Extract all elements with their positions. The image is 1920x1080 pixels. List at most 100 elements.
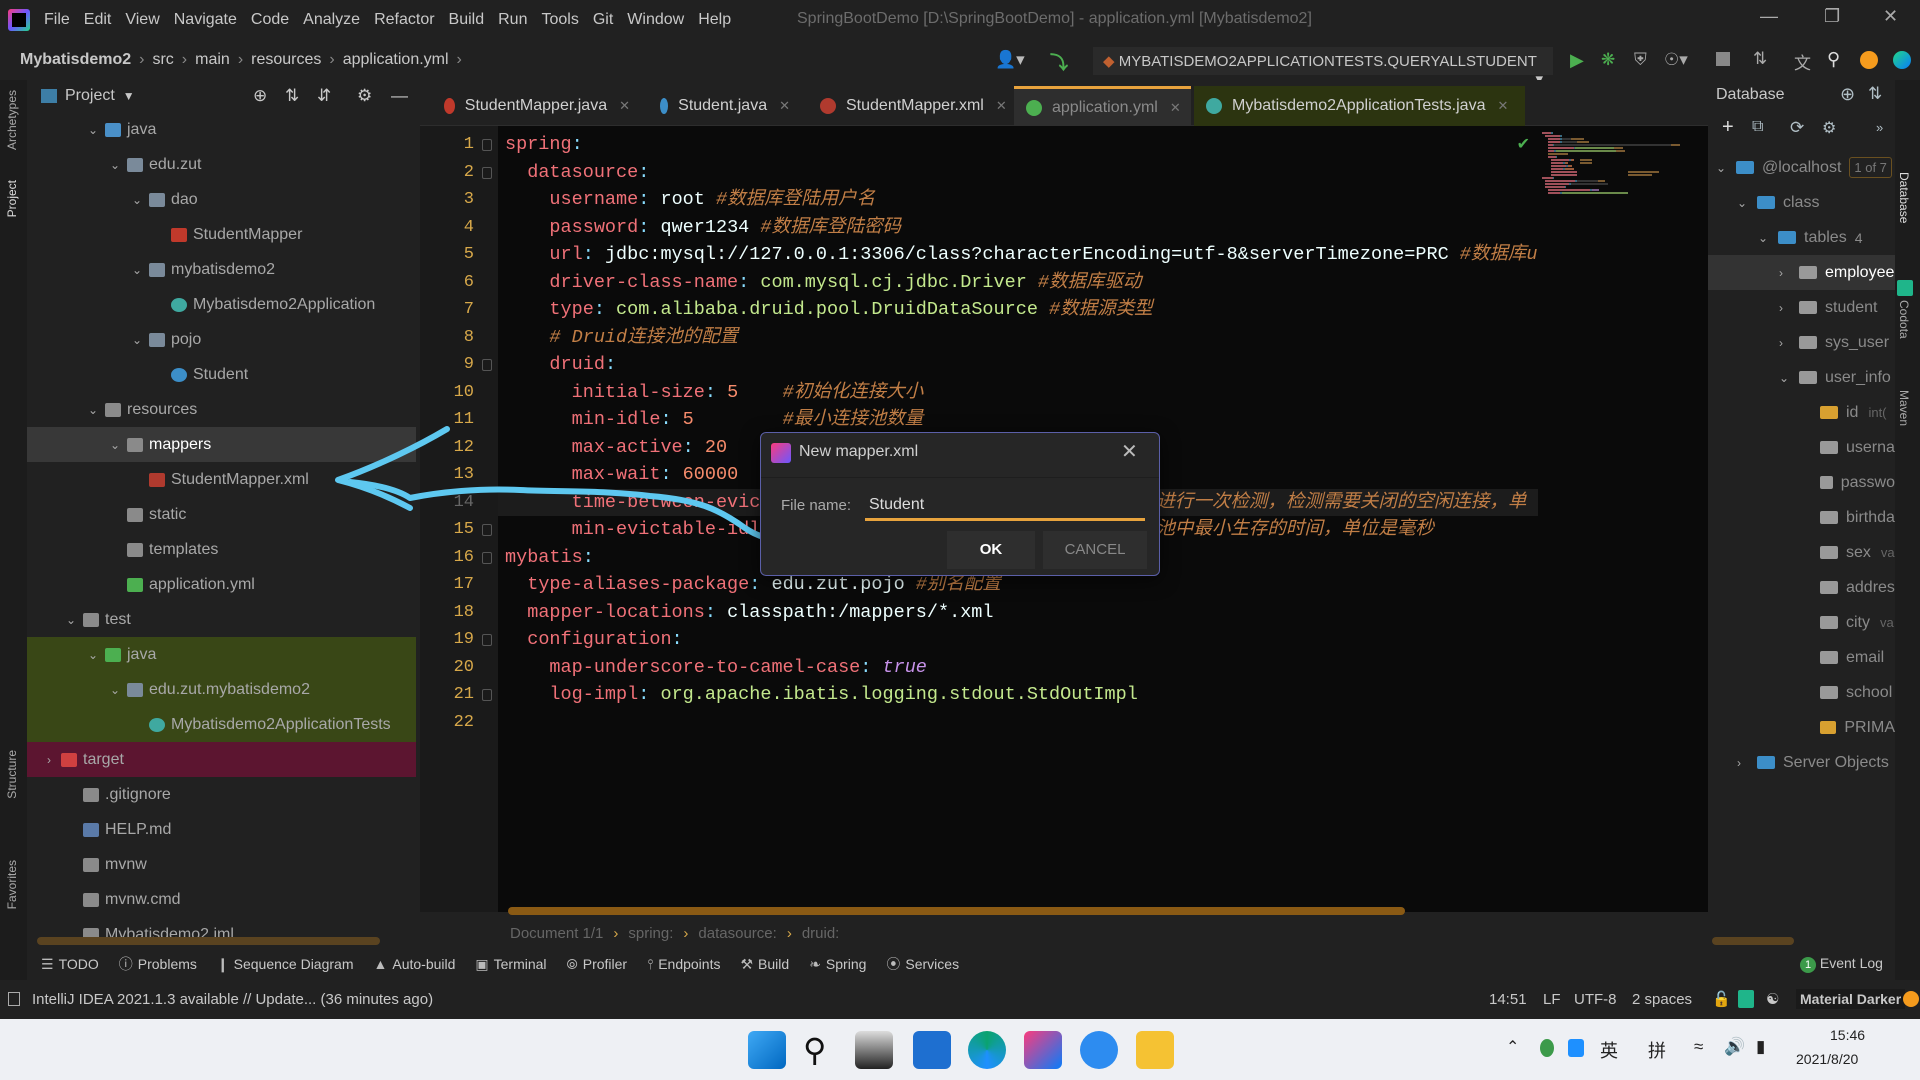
close-tab-icon[interactable]: ✕ (619, 98, 630, 114)
database-tree-item[interactable]: ⌄ class (1708, 185, 1895, 220)
editor-breadcrumb-item[interactable]: Document 1/1 (510, 925, 603, 942)
project-scrollbar[interactable] (37, 937, 380, 945)
menu-edit[interactable]: Edit (84, 11, 112, 29)
chevron-down-icon[interactable]: ⌄ (63, 613, 79, 627)
indent-setting[interactable]: 2 spaces (1632, 991, 1692, 1008)
database-tree-item[interactable]: › employee (1708, 255, 1895, 290)
database-tree-item[interactable]: email (1708, 640, 1895, 675)
close-window-button[interactable]: ✕ (1883, 6, 1898, 27)
editor-horizontal-scrollbar[interactable] (508, 907, 1405, 915)
editor-tab[interactable]: application.yml ✕ (1014, 86, 1191, 126)
editor-tab[interactable]: StudentMapper.java ✕ (432, 86, 630, 126)
fold-marker-icon[interactable] (482, 166, 492, 179)
fold-marker-icon[interactable] (482, 634, 492, 646)
project-tree-item[interactable]: ⌄ edu.zut (27, 147, 416, 182)
menu-run[interactable]: Run (498, 11, 527, 29)
edge-browser-icon[interactable] (968, 1031, 1006, 1069)
build-hammer-icon[interactable]: ⤵ (1050, 49, 1068, 75)
project-tree-item[interactable]: mvnw.cmd (27, 882, 416, 917)
breadcrumb-item[interactable]: Mybatisdemo2 (20, 51, 131, 69)
editor-breadcrumb-item[interactable]: datasource: (698, 925, 776, 942)
database-tree-item[interactable]: › student (1708, 290, 1895, 325)
stop-icon[interactable] (1716, 52, 1730, 66)
database-tree-item[interactable]: ⌄ user_info (1708, 360, 1895, 395)
chevron-down-icon[interactable]: ⌄ (85, 123, 101, 137)
project-view-select[interactable]: Project (65, 87, 115, 105)
tray-chevron-icon[interactable]: ⌃ (1506, 1037, 1519, 1057)
chevron-right-icon[interactable]: › (1779, 266, 1795, 280)
menu-git[interactable]: Git (593, 11, 613, 29)
battery-icon[interactable]: ▮ (1756, 1037, 1765, 1057)
cursor-position[interactable]: 14:51 (1489, 991, 1527, 1008)
breadcrumb-item[interactable]: resources (251, 51, 321, 69)
chevron-down-icon[interactable]: ⌄ (107, 158, 123, 172)
maven-tool-tab[interactable]: Maven (1897, 390, 1911, 426)
vcs-icon[interactable]: ⇅ (1753, 49, 1767, 69)
project-tree-item[interactable]: static (27, 497, 416, 532)
tool-window-terminal[interactable]: ▣ Terminal (475, 956, 546, 973)
debug-icon[interactable]: ❋ (1601, 50, 1615, 70)
database-tree-item[interactable]: birthda (1708, 500, 1895, 535)
line-separator[interactable]: LF (1543, 991, 1561, 1008)
favorites-tool-tab[interactable]: Favorites (5, 860, 19, 909)
volume-icon[interactable]: 🔊 (1724, 1037, 1745, 1057)
chevron-down-icon[interactable]: ⌄ (1779, 371, 1795, 385)
close-tab-icon[interactable]: ✕ (1170, 100, 1181, 116)
ok-button[interactable]: OK (947, 531, 1035, 569)
search-icon[interactable]: ⚲ (1827, 49, 1840, 70)
codota-tool-tab[interactable]: Codota (1897, 300, 1911, 339)
fold-marker-icon[interactable] (482, 689, 492, 701)
editor-tab[interactable]: StudentMapper.xml ✕ (808, 86, 1010, 126)
wechat-tray-icon[interactable] (1540, 1039, 1554, 1057)
database-tree-item[interactable]: ⌄ @localhost 1 of 7 (1708, 150, 1895, 185)
project-tree-item[interactable]: › target (27, 742, 416, 777)
project-tree-item[interactable]: Mybatisdemo2Application (27, 287, 416, 322)
cancel-button[interactable]: CANCEL (1043, 531, 1147, 569)
refresh-icon[interactable]: ⟳ (1790, 118, 1804, 138)
editor-breadcrumb-item[interactable]: spring: (628, 925, 673, 942)
start-button-icon[interactable] (748, 1031, 786, 1069)
file-encoding[interactable]: UTF-8 (1574, 991, 1617, 1008)
menu-build[interactable]: Build (449, 11, 485, 29)
status-message[interactable]: IntelliJ IDEA 2021.1.3 available // Upda… (32, 991, 433, 1008)
wifi-icon[interactable]: ≈ (1694, 1037, 1703, 1057)
chevron-down-icon[interactable]: ⌄ (129, 193, 145, 207)
menu-navigate[interactable]: Navigate (174, 11, 237, 29)
database-tree-item[interactable]: addres (1708, 570, 1895, 605)
structure-tool-tab[interactable]: Structure (5, 750, 19, 799)
close-tab-icon[interactable]: ✕ (996, 98, 1007, 114)
widgets-icon[interactable] (913, 1031, 951, 1069)
locate-icon[interactable]: ⊕ (253, 86, 267, 106)
menu-view[interactable]: View (125, 11, 159, 29)
chevron-down-icon[interactable]: ⌄ (107, 683, 123, 697)
project-tree-item[interactable]: StudentMapper.xml (27, 462, 416, 497)
menu-analyze[interactable]: Analyze (303, 11, 360, 29)
editor-tab[interactable]: Mybatisdemo2ApplicationTests.java ✕ (1194, 86, 1525, 126)
gear-icon[interactable]: ⚙ (357, 86, 372, 106)
editor-tab[interactable]: Student.java ✕ (648, 86, 790, 126)
chevron-down-icon[interactable]: ⌄ (85, 648, 101, 662)
run-icon[interactable]: ▶ (1570, 50, 1584, 71)
codota-status-icon[interactable] (1738, 990, 1754, 1008)
tool-window-problems[interactable]: ⓘ Problems (119, 954, 197, 974)
fold-marker-icon[interactable] (482, 524, 492, 536)
project-tree-item[interactable]: Student (27, 357, 416, 392)
panel-toggle-icon[interactable] (8, 992, 20, 1006)
tool-window-auto-build[interactable]: ▲ Auto-build (374, 956, 456, 972)
project-tree-item[interactable]: ⌄ mappers (27, 427, 416, 462)
maximize-button[interactable]: ❐ (1824, 6, 1840, 27)
chevron-down-icon[interactable]: ⌄ (1737, 196, 1753, 210)
intellij-taskbar-icon[interactable] (1024, 1031, 1062, 1069)
properties-icon[interactable]: ⚙ (1822, 118, 1836, 138)
tool-window-endpoints[interactable]: ⫯ Endpoints (647, 956, 720, 973)
project-tree-item[interactable]: HELP.md (27, 812, 416, 847)
collapse-all-icon[interactable]: ⇵ (317, 86, 331, 106)
ime-pinyin[interactable]: 拼 (1648, 1037, 1666, 1063)
power-save-icon[interactable]: ☯ (1766, 990, 1779, 1008)
feishu-icon[interactable] (1080, 1031, 1118, 1069)
tool-window-sequence-diagram[interactable]: ❙ Sequence Diagram (217, 956, 354, 973)
editor-breadcrumb-item[interactable]: druid: (802, 925, 840, 942)
database-tree-item[interactable]: userna (1708, 430, 1895, 465)
tool-window-spring[interactable]: ❧ Spring (809, 956, 866, 973)
database-tree-item[interactable]: city va (1708, 605, 1895, 640)
